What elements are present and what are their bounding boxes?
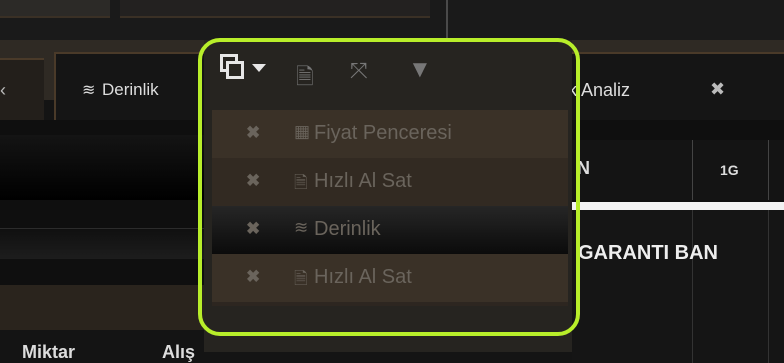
tab-derinlik[interactable]: ≋ Derinlik — [54, 52, 218, 120]
column-header-1g[interactable]: 1G — [720, 162, 739, 178]
table-row-symbol[interactable]: GARANTI BAN — [578, 242, 718, 265]
top-toolbar-segment — [0, 0, 110, 18]
header-underline — [572, 202, 784, 210]
analysis-table-body: GARANTI BAN — [572, 210, 784, 363]
panel-row — [0, 135, 208, 200]
tab-previous[interactable]: ‹ — [0, 58, 44, 122]
column-divider — [692, 210, 693, 363]
analysis-table-header: N 1G — [572, 140, 784, 200]
column-header-alis: Alış — [162, 342, 196, 362]
column-header-miktar: Miktar — [22, 342, 76, 362]
tab-label: Derinlik — [102, 80, 159, 99]
panel-row — [0, 285, 208, 330]
top-toolbar-segment — [120, 0, 430, 18]
panel-row — [0, 228, 208, 259]
top-toolbar — [0, 0, 784, 40]
toolbar-divider — [446, 0, 448, 40]
close-icon[interactable]: ✖ — [710, 79, 725, 100]
column-divider — [768, 210, 769, 363]
column-divider — [768, 140, 769, 200]
chevron-left-icon: ‹ — [0, 80, 6, 100]
highlight-outline — [198, 38, 580, 336]
column-divider — [692, 140, 693, 200]
depth-table-header: Miktar Alış — [0, 330, 208, 363]
layers-icon: ≋ — [82, 82, 96, 99]
